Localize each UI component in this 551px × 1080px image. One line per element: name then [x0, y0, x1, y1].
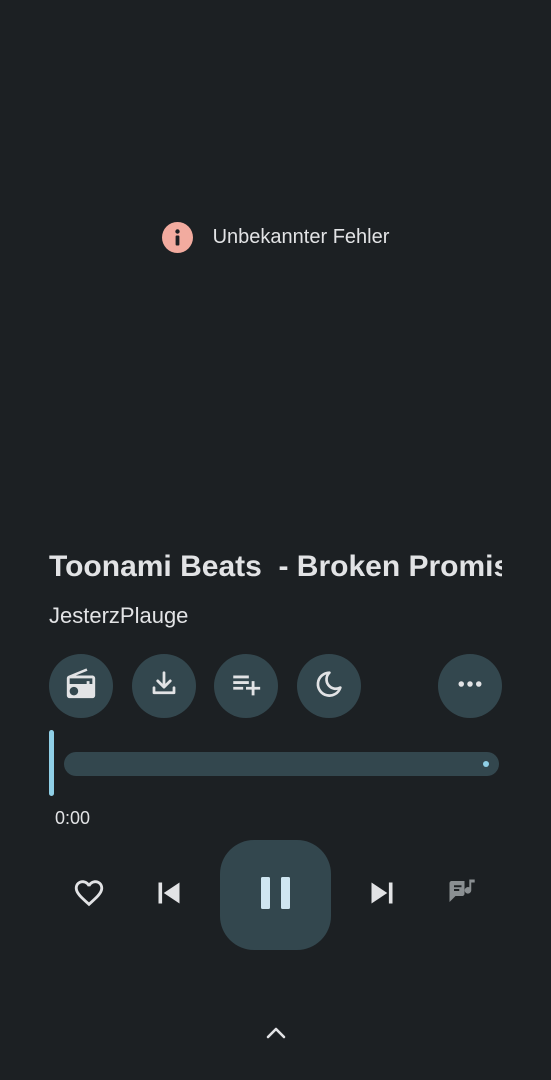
current-time: 0:00 — [55, 808, 91, 828]
moon-icon — [313, 668, 345, 705]
more-horizontal-icon — [455, 669, 485, 704]
add-to-queue-button[interactable] — [214, 654, 278, 718]
track-artist[interactable]: JesterzPlauge — [49, 602, 188, 630]
seek-bar-end-marker — [483, 761, 489, 767]
skip-next-icon — [364, 875, 400, 916]
more-options-button[interactable] — [438, 654, 502, 718]
expand-queue-button[interactable] — [259, 1020, 293, 1050]
heart-outline-icon — [72, 876, 106, 915]
radio-icon — [64, 667, 98, 706]
sleep-timer-button[interactable] — [297, 654, 361, 718]
error-message-row: Unbekannter Fehler — [0, 221, 551, 253]
download-button[interactable] — [132, 654, 196, 718]
chevron-up-icon — [264, 1025, 288, 1046]
error-message-text: Unbekannter Fehler — [212, 225, 390, 248]
seek-bar[interactable] — [64, 752, 499, 776]
download-icon — [149, 669, 179, 704]
radio-button[interactable] — [49, 654, 113, 718]
seek-thumb[interactable] — [49, 730, 54, 796]
pause-icon — [258, 875, 294, 916]
previous-button[interactable] — [148, 874, 190, 916]
next-button[interactable] — [361, 874, 403, 916]
now-playing-screen: Unbekannter Fehler Toonami Beats - Broke… — [0, 0, 551, 1080]
lyrics-icon — [445, 875, 481, 916]
track-title: Toonami Beats - Broken Promises — [49, 550, 502, 583]
playlist-add-icon — [229, 667, 263, 706]
skip-previous-icon — [151, 875, 187, 916]
play-pause-button[interactable] — [220, 840, 331, 950]
like-button[interactable] — [68, 874, 110, 916]
lyrics-button[interactable] — [442, 874, 484, 916]
info-icon — [161, 221, 193, 253]
